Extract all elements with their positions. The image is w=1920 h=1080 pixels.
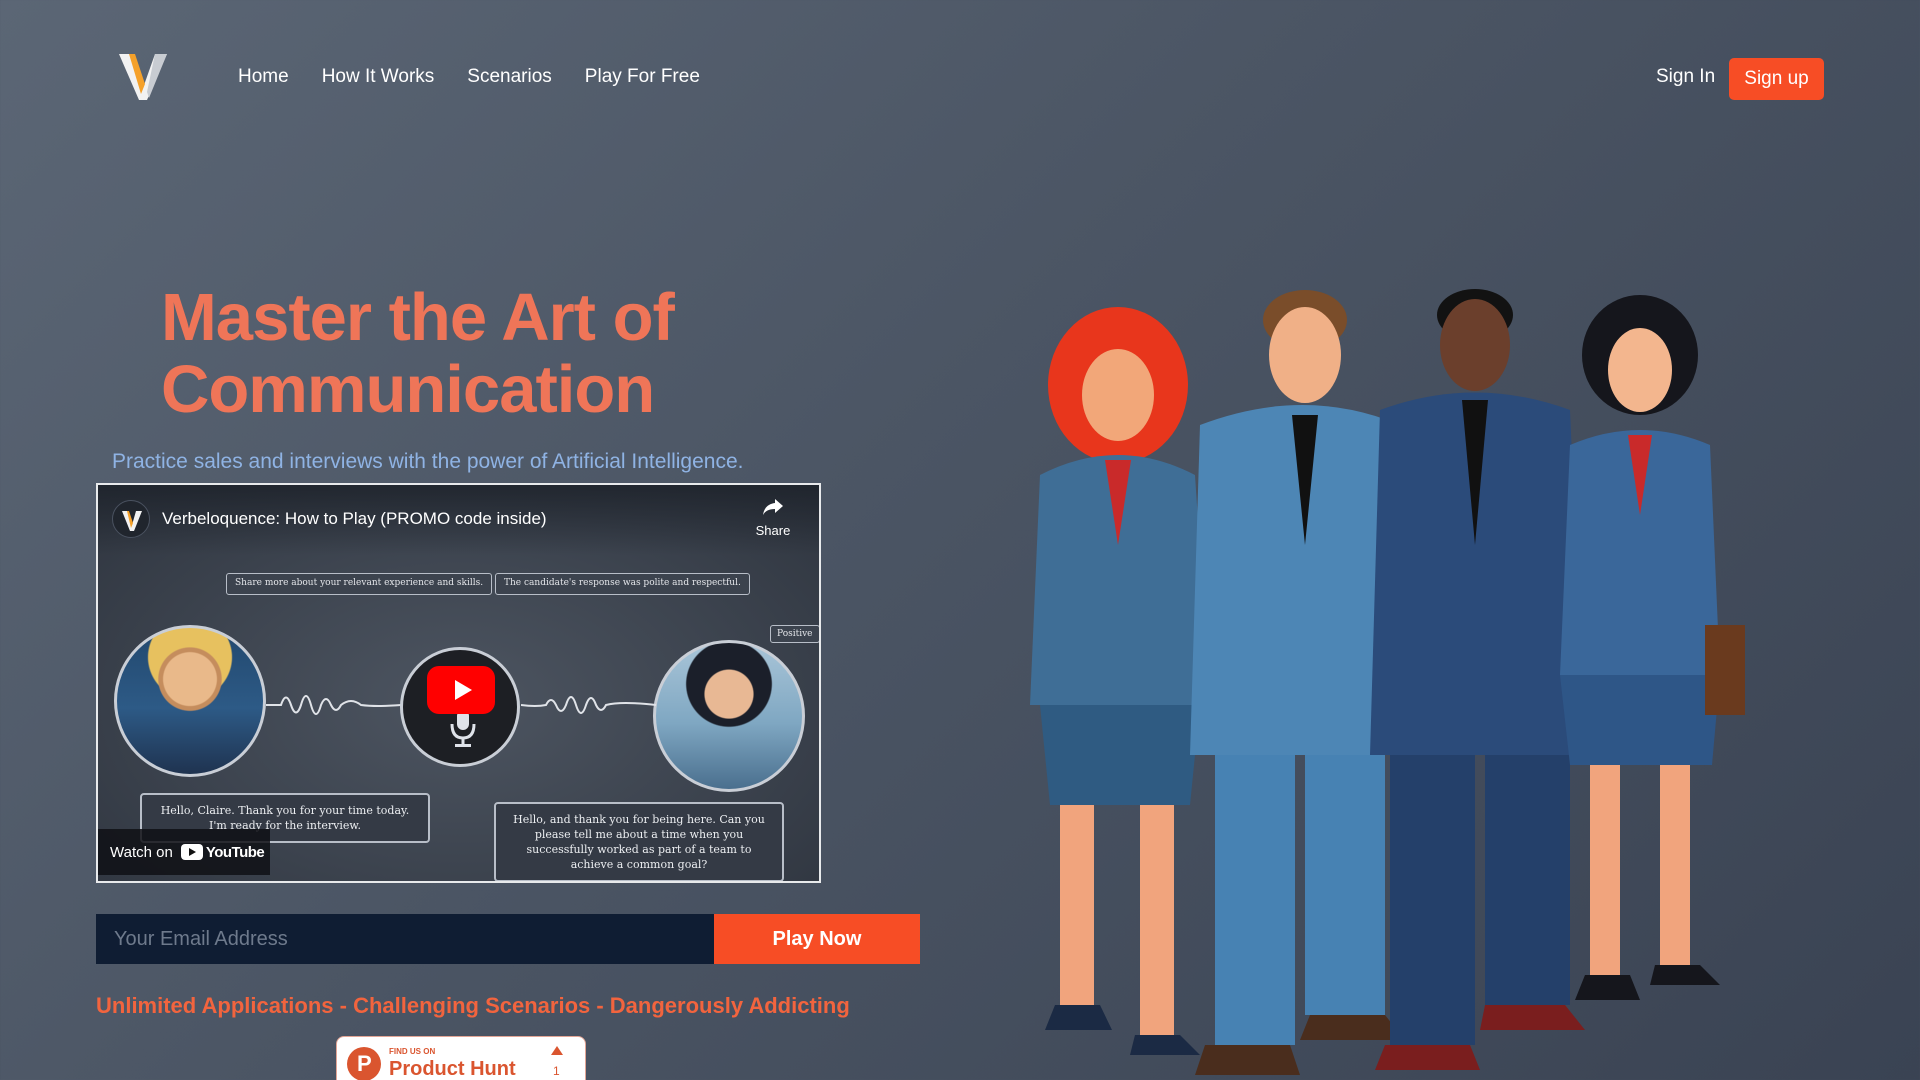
dark-haired-woman-figure	[1560, 295, 1745, 1000]
youtube-embed[interactable]: Verbeloquence: How to Play (PROMO code i…	[96, 483, 821, 883]
sign-in-link[interactable]: Sign In	[1656, 66, 1715, 88]
redhead-woman-figure	[1030, 307, 1210, 1055]
tagline: Unlimited Applications - Challenging Sce…	[96, 993, 850, 1018]
v-logo-icon	[122, 511, 142, 531]
share-button[interactable]: Share	[748, 498, 798, 538]
channel-avatar[interactable]	[112, 500, 150, 538]
share-icon	[763, 499, 783, 515]
video-title[interactable]: Verbeloquence: How to Play (PROMO code i…	[162, 509, 547, 529]
product-hunt-small-label: FIND US ON	[389, 1047, 436, 1056]
product-hunt-badge[interactable]: P FIND US ON Product Hunt 1	[336, 1036, 586, 1080]
brand-logo[interactable]	[117, 50, 169, 102]
share-label: Share	[755, 523, 791, 538]
prompt-right: The candidate's response was polite and …	[495, 573, 750, 595]
main-nav: Home How It Works Scenarios Play For Fre…	[238, 66, 700, 88]
watch-on-youtube[interactable]: Watch on YouTube	[98, 829, 270, 875]
email-input[interactable]	[96, 914, 715, 964]
nav-home[interactable]: Home	[238, 66, 289, 88]
woman-portrait	[653, 640, 805, 792]
microphone-icon	[450, 710, 476, 747]
business-team-illustration	[1030, 289, 1745, 1075]
hero-title: Master the Art of Communication	[161, 282, 861, 426]
upvote-count: 1	[553, 1064, 560, 1078]
product-hunt-icon: P	[347, 1047, 381, 1080]
nav-play-for-free[interactable]: Play For Free	[585, 66, 700, 88]
chat-bubble-right: Hello, and thank you for being here. Can…	[494, 802, 784, 881]
upvote-arrow-icon	[551, 1046, 563, 1055]
product-hunt-name: Product Hunt	[389, 1058, 516, 1080]
sign-up-button[interactable]: Sign up	[1729, 58, 1824, 100]
play-now-button[interactable]: Play Now	[714, 914, 920, 964]
play-triangle-icon	[455, 680, 472, 700]
prompt-left: Share more about your relevant experienc…	[226, 573, 493, 595]
hero-title-line-1: Master the Art of	[161, 280, 675, 355]
audio-wave-left	[266, 695, 401, 715]
man-dark-suit-figure	[1370, 289, 1585, 1070]
sentiment-tag: Positive	[770, 625, 819, 643]
man-portrait	[114, 625, 266, 777]
nav-scenarios[interactable]: Scenarios	[467, 66, 552, 88]
youtube-wordmark: YouTube	[205, 843, 265, 861]
hero-title-line-2: Communication	[161, 352, 655, 427]
nav-how-it-works[interactable]: How It Works	[322, 66, 435, 88]
watch-on-label: Watch on	[110, 843, 173, 861]
audio-wave-right	[521, 696, 656, 714]
youtube-logo: YouTube	[180, 843, 265, 861]
hero-subtitle: Practice sales and interviews with the p…	[112, 450, 744, 473]
youtube-logo-icon	[180, 844, 203, 860]
video-play-button[interactable]	[400, 647, 520, 767]
